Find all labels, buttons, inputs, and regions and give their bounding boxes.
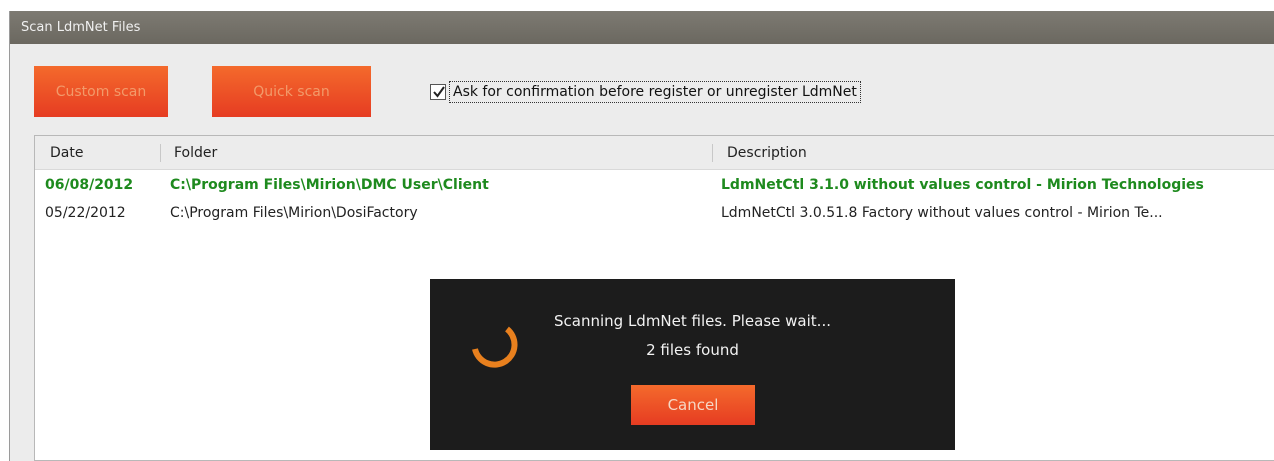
quick-scan-button[interactable]: Quick scan — [212, 66, 371, 117]
check-icon — [433, 85, 445, 98]
cancel-button[interactable]: Cancel — [631, 385, 755, 425]
window-title: Scan LdmNet Files — [10, 11, 1274, 44]
scanning-dialog: Scanning LdmNet files. Please wait... 2 … — [430, 279, 955, 450]
row-date: 06/08/2012 — [45, 177, 134, 193]
scanning-message: Scanning LdmNet files. Please wait... — [554, 312, 831, 330]
confirm-checkbox-label[interactable]: Ask for confirmation before register or … — [449, 80, 861, 103]
confirm-checkbox[interactable] — [430, 83, 446, 100]
row-date: 05/22/2012 — [45, 205, 126, 221]
row-description: LdmNetCtl 3.1.0 without values control -… — [721, 177, 1204, 193]
row-description: LdmNetCtl 3.0.51.8 Factory without value… — [721, 205, 1163, 221]
column-header-date[interactable]: Date — [50, 136, 83, 170]
column-header-description[interactable]: Description — [727, 136, 807, 170]
table-row[interactable]: 05/22/2012 C:\Program Files\Mirion\DosiF… — [35, 199, 1274, 227]
row-folder: C:\Program Files\Mirion\DMC User\Client — [170, 177, 489, 193]
row-folder: C:\Program Files\Mirion\DosiFactory — [170, 205, 418, 221]
column-divider[interactable] — [712, 144, 713, 162]
column-header-folder[interactable]: Folder — [174, 136, 217, 170]
table-header: Date Folder Description — [35, 136, 1274, 170]
top-strip — [0, 0, 1274, 11]
column-divider[interactable] — [160, 144, 161, 162]
files-found-count: 2 files found — [646, 341, 739, 359]
table-row[interactable]: 06/08/2012 C:\Program Files\Mirion\DMC U… — [35, 171, 1274, 199]
scan-window: Scan LdmNet Files Custom scan Quick scan… — [9, 11, 1274, 461]
confirm-checkbox-row[interactable]: Ask for confirmation before register or … — [430, 79, 861, 104]
custom-scan-button[interactable]: Custom scan — [34, 66, 168, 117]
